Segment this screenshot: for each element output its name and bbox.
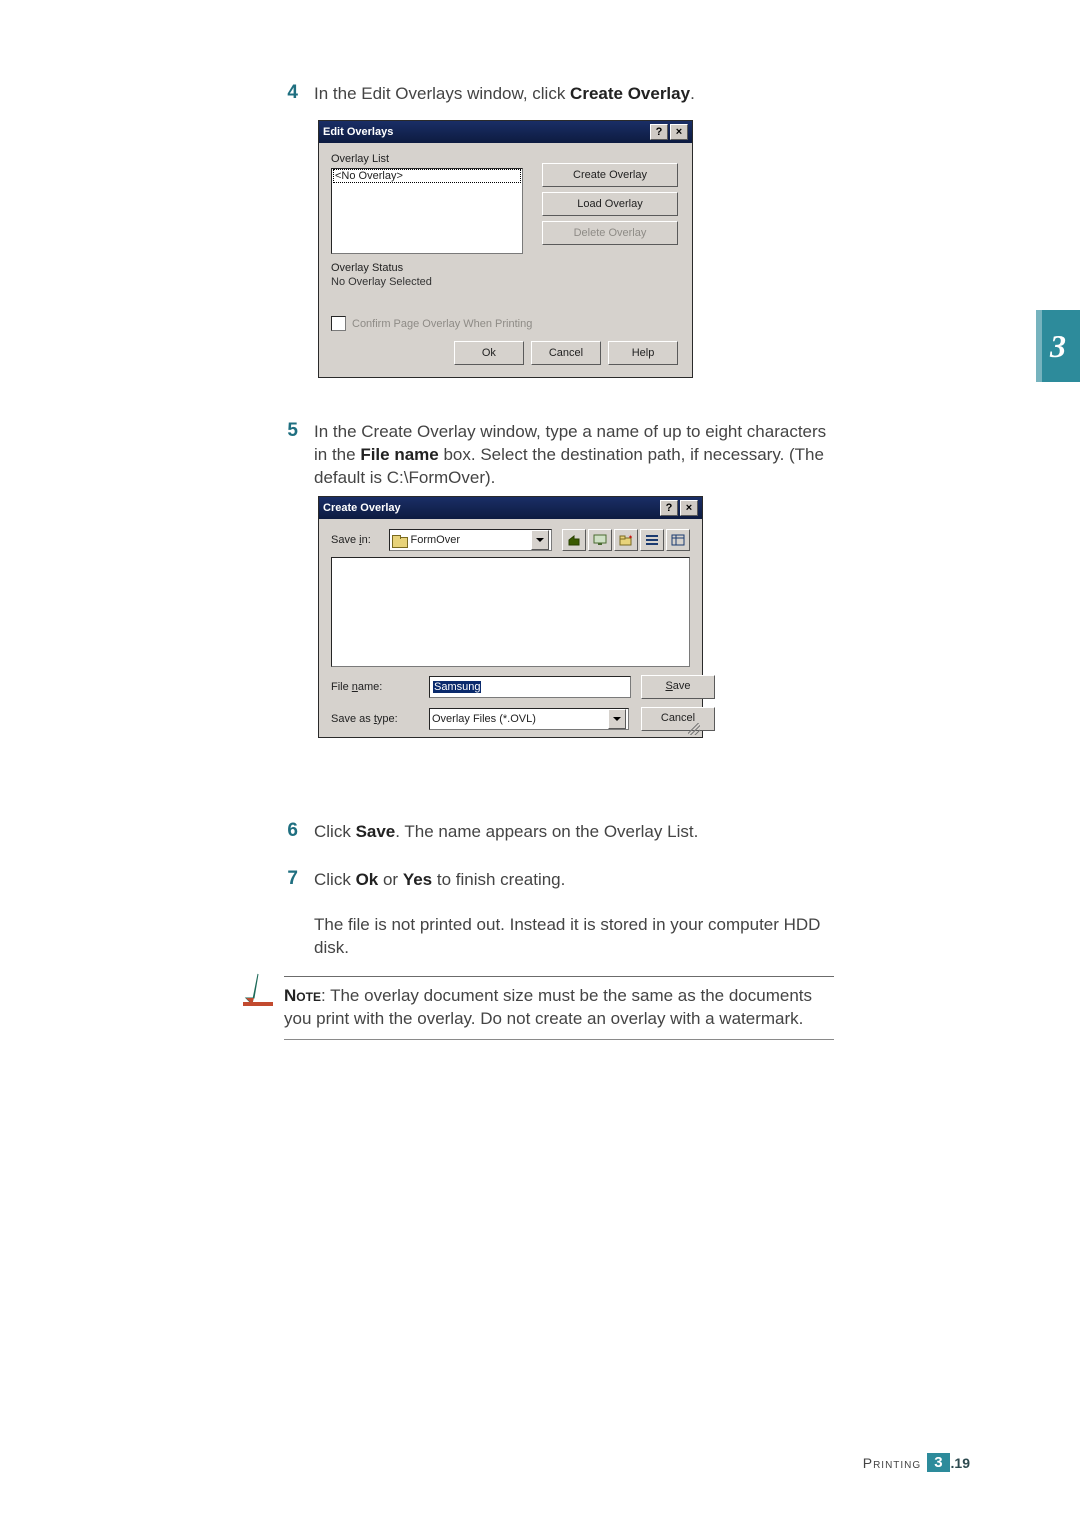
overlay-status-label: Overlay Status bbox=[331, 262, 680, 274]
step-text-7: Click Ok or Yes to finish creating. bbox=[314, 869, 834, 892]
footer-chapter: 3 bbox=[927, 1453, 949, 1472]
ok-button[interactable]: Ok bbox=[454, 341, 524, 365]
note-body: : The overlay document size must be the … bbox=[284, 986, 812, 1028]
step4-pre: In the Edit Overlays window, click bbox=[314, 84, 570, 103]
step7-post: to finish creating. bbox=[432, 870, 565, 889]
save-in-select[interactable]: FormOver bbox=[389, 529, 552, 551]
edit-overlays-dialog: Edit Overlays ? × Overlay List <No Overl… bbox=[318, 120, 693, 378]
step5-bold: File name bbox=[360, 445, 438, 464]
step-number-6: 6 bbox=[268, 820, 298, 842]
dialog2-titlebar: Create Overlay ? × bbox=[319, 497, 702, 519]
file-name-value: Samsung bbox=[433, 681, 481, 693]
help-button[interactable]: Help bbox=[608, 341, 678, 365]
step7-mid: or bbox=[378, 870, 403, 889]
dialog-titlebar: Edit Overlays ? × bbox=[319, 121, 692, 143]
folder-icon bbox=[392, 535, 406, 546]
save-in-value: FormOver bbox=[410, 534, 531, 546]
note-text: Note: The overlay document size must be … bbox=[284, 985, 834, 1031]
step-text-5: In the Create Overlay window, type a nam… bbox=[314, 421, 834, 490]
save-button[interactable]: Save bbox=[641, 675, 715, 699]
help-icon[interactable]: ? bbox=[650, 124, 668, 140]
note-icon bbox=[240, 970, 280, 1010]
step7-pre: Click bbox=[314, 870, 356, 889]
step6-bold: Save bbox=[356, 822, 396, 841]
file-name-input[interactable]: Samsung bbox=[429, 676, 631, 698]
close-icon[interactable]: × bbox=[680, 500, 698, 516]
dialog-title: Edit Overlays bbox=[323, 126, 648, 138]
step7-bold2: Yes bbox=[403, 870, 432, 889]
step4-bold: Create Overlay bbox=[570, 84, 690, 103]
save-as-type-label: Save as type: bbox=[331, 713, 419, 725]
chevron-down-icon[interactable] bbox=[531, 530, 549, 550]
create-overlay-dialog: Create Overlay ? × Save in: FormOver bbox=[318, 496, 703, 738]
step4-post: . bbox=[690, 84, 695, 103]
load-overlay-button[interactable]: Load Overlay bbox=[542, 192, 678, 216]
confirm-overlay-label: Confirm Page Overlay When Printing bbox=[352, 318, 532, 330]
view-details-icon[interactable] bbox=[666, 529, 690, 551]
view-list-icon[interactable] bbox=[640, 529, 664, 551]
step-text-7b: The file is not printed out. Instead it … bbox=[314, 914, 834, 960]
desktop-icon[interactable] bbox=[588, 529, 612, 551]
delete-overlay-button: Delete Overlay bbox=[542, 221, 678, 245]
step-number-4: 4 bbox=[268, 82, 298, 104]
new-folder-icon[interactable]: ✶ bbox=[614, 529, 638, 551]
footer-section: Printing bbox=[863, 1455, 921, 1471]
note-box: Note: The overlay document size must be … bbox=[284, 976, 834, 1040]
up-one-level-icon[interactable] bbox=[562, 529, 586, 551]
note-label: Note bbox=[284, 986, 321, 1005]
resize-grip-icon[interactable] bbox=[688, 723, 700, 735]
note-rule-top bbox=[284, 976, 834, 977]
overlay-list-item[interactable]: <No Overlay> bbox=[334, 170, 520, 182]
page-footer: Printing 3.19 bbox=[863, 1453, 970, 1472]
create-overlay-button[interactable]: Create Overlay bbox=[542, 163, 678, 187]
file-name-label: File name: bbox=[331, 681, 419, 693]
overlay-status-value: No Overlay Selected bbox=[331, 276, 680, 288]
step6-pre: Click bbox=[314, 822, 356, 841]
step-number-5: 5 bbox=[268, 420, 298, 442]
save-in-label: Save in: bbox=[331, 534, 383, 546]
overlay-list[interactable]: <No Overlay> bbox=[331, 168, 523, 254]
help-icon[interactable]: ? bbox=[660, 500, 678, 516]
cancel-button[interactable]: Cancel bbox=[531, 341, 601, 365]
footer-pagenum: .19 bbox=[951, 1455, 970, 1471]
chapter-tab: 3 bbox=[1036, 310, 1080, 382]
confirm-overlay-checkbox[interactable] bbox=[331, 316, 346, 331]
dialog2-title: Create Overlay bbox=[323, 502, 658, 514]
save-as-type-select[interactable]: Overlay Files (*.OVL) bbox=[429, 708, 629, 730]
cancel-button[interactable]: Cancel bbox=[641, 707, 715, 731]
close-icon[interactable]: × bbox=[670, 124, 688, 140]
note-rule-bottom bbox=[284, 1039, 834, 1040]
save-as-type-value: Overlay Files (*.OVL) bbox=[432, 713, 608, 725]
step-text-6: Click Save. The name appears on the Over… bbox=[314, 821, 834, 844]
file-browser-area[interactable] bbox=[331, 557, 690, 667]
step-text-4: In the Edit Overlays window, click Creat… bbox=[314, 83, 834, 106]
step-number-7: 7 bbox=[268, 868, 298, 890]
step7-bold1: Ok bbox=[356, 870, 379, 889]
chevron-down-icon[interactable] bbox=[608, 709, 626, 729]
svg-text:✶: ✶ bbox=[628, 534, 633, 541]
step6-post: . The name appears on the Overlay List. bbox=[395, 822, 698, 841]
